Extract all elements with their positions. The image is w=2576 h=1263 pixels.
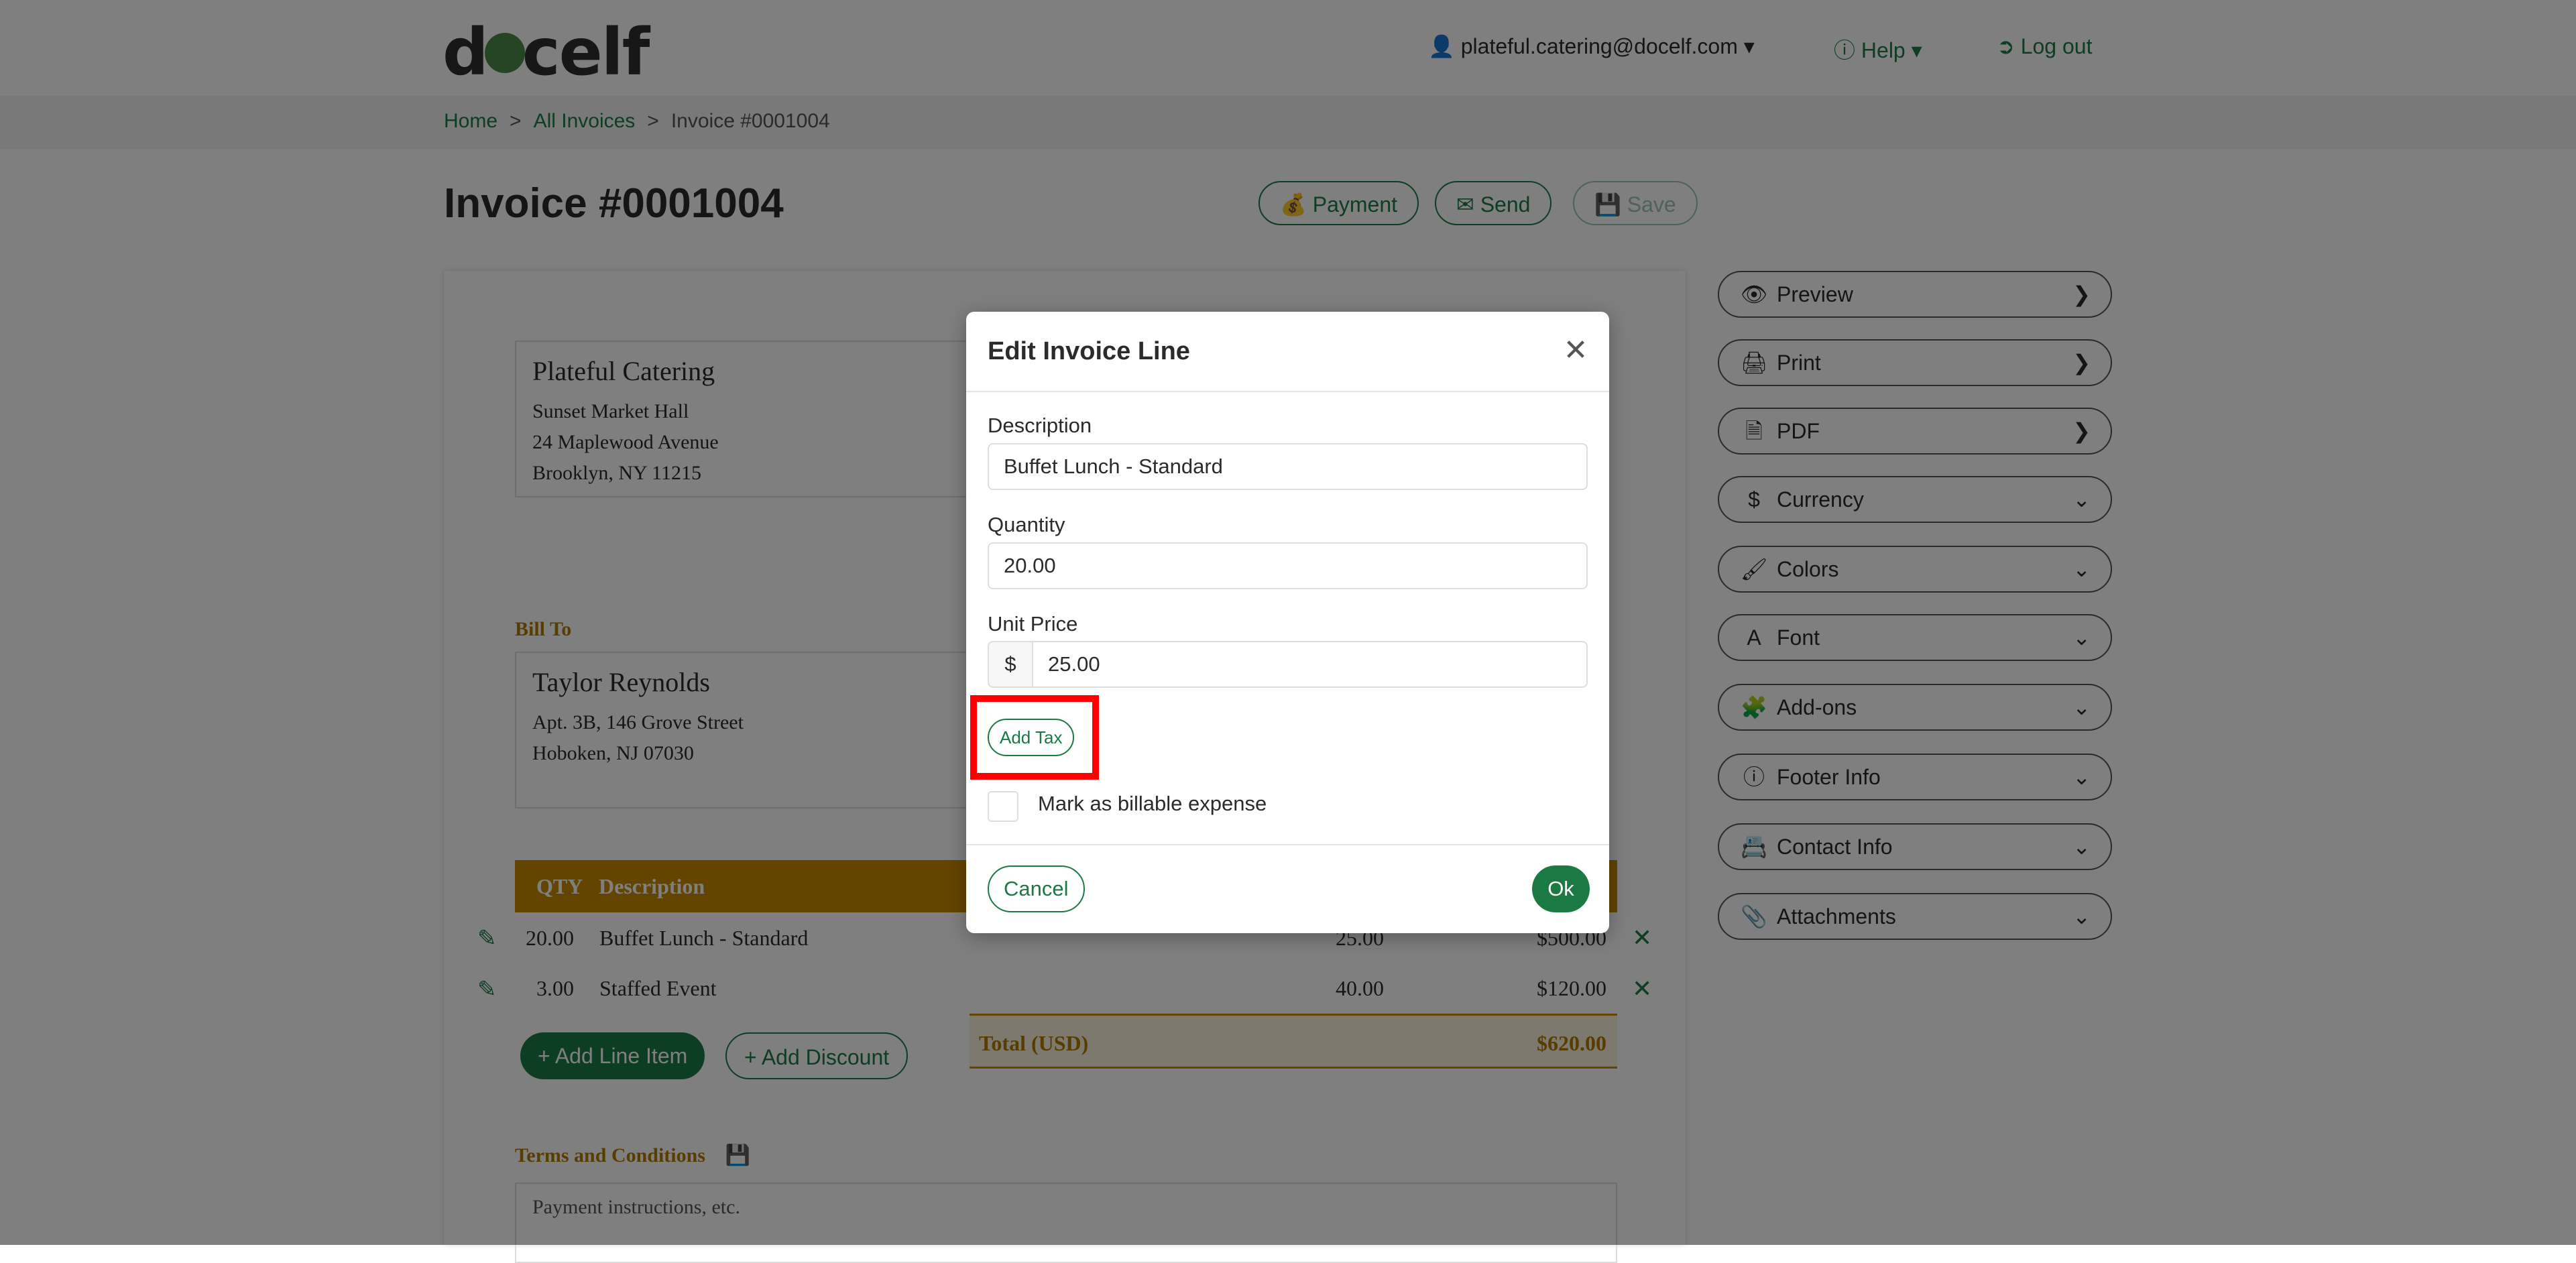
billable-expense-label: Mark as billable expense xyxy=(1038,792,1267,815)
quantity-label: Quantity xyxy=(988,513,1065,536)
billable-expense-checkbox[interactable] xyxy=(988,791,1018,822)
currency-addon: $ xyxy=(988,641,1032,688)
description-label: Description xyxy=(988,414,1092,437)
quantity-input[interactable]: 20.00 xyxy=(988,542,1588,589)
cancel-button[interactable]: Cancel xyxy=(988,865,1085,912)
ok-button[interactable]: Ok xyxy=(1532,865,1590,912)
close-icon[interactable]: ✕ xyxy=(1561,336,1590,365)
modal-title: Edit Invoice Line xyxy=(988,337,1190,365)
edit-invoice-line-modal: Edit Invoice Line ✕ Description Buffet L… xyxy=(966,312,1609,933)
description-input[interactable]: Buffet Lunch - Standard xyxy=(988,443,1588,490)
page: dcelf 👤 plateful.catering@docelf.com ▾ ⓘ… xyxy=(0,0,2576,1263)
highlight-box xyxy=(970,695,1099,780)
modal-header-divider xyxy=(966,391,1609,392)
modal-footer-divider xyxy=(966,844,1609,845)
unit-price-label: Unit Price xyxy=(988,612,1078,636)
unit-price-input[interactable]: 25.00 xyxy=(1032,641,1588,688)
